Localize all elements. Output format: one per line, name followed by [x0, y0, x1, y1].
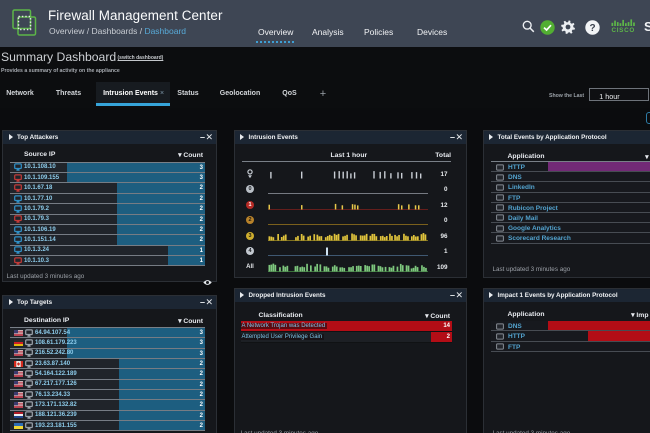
svg-text:CISCO: CISCO [611, 27, 634, 33]
svg-text:?: ? [589, 23, 595, 34]
